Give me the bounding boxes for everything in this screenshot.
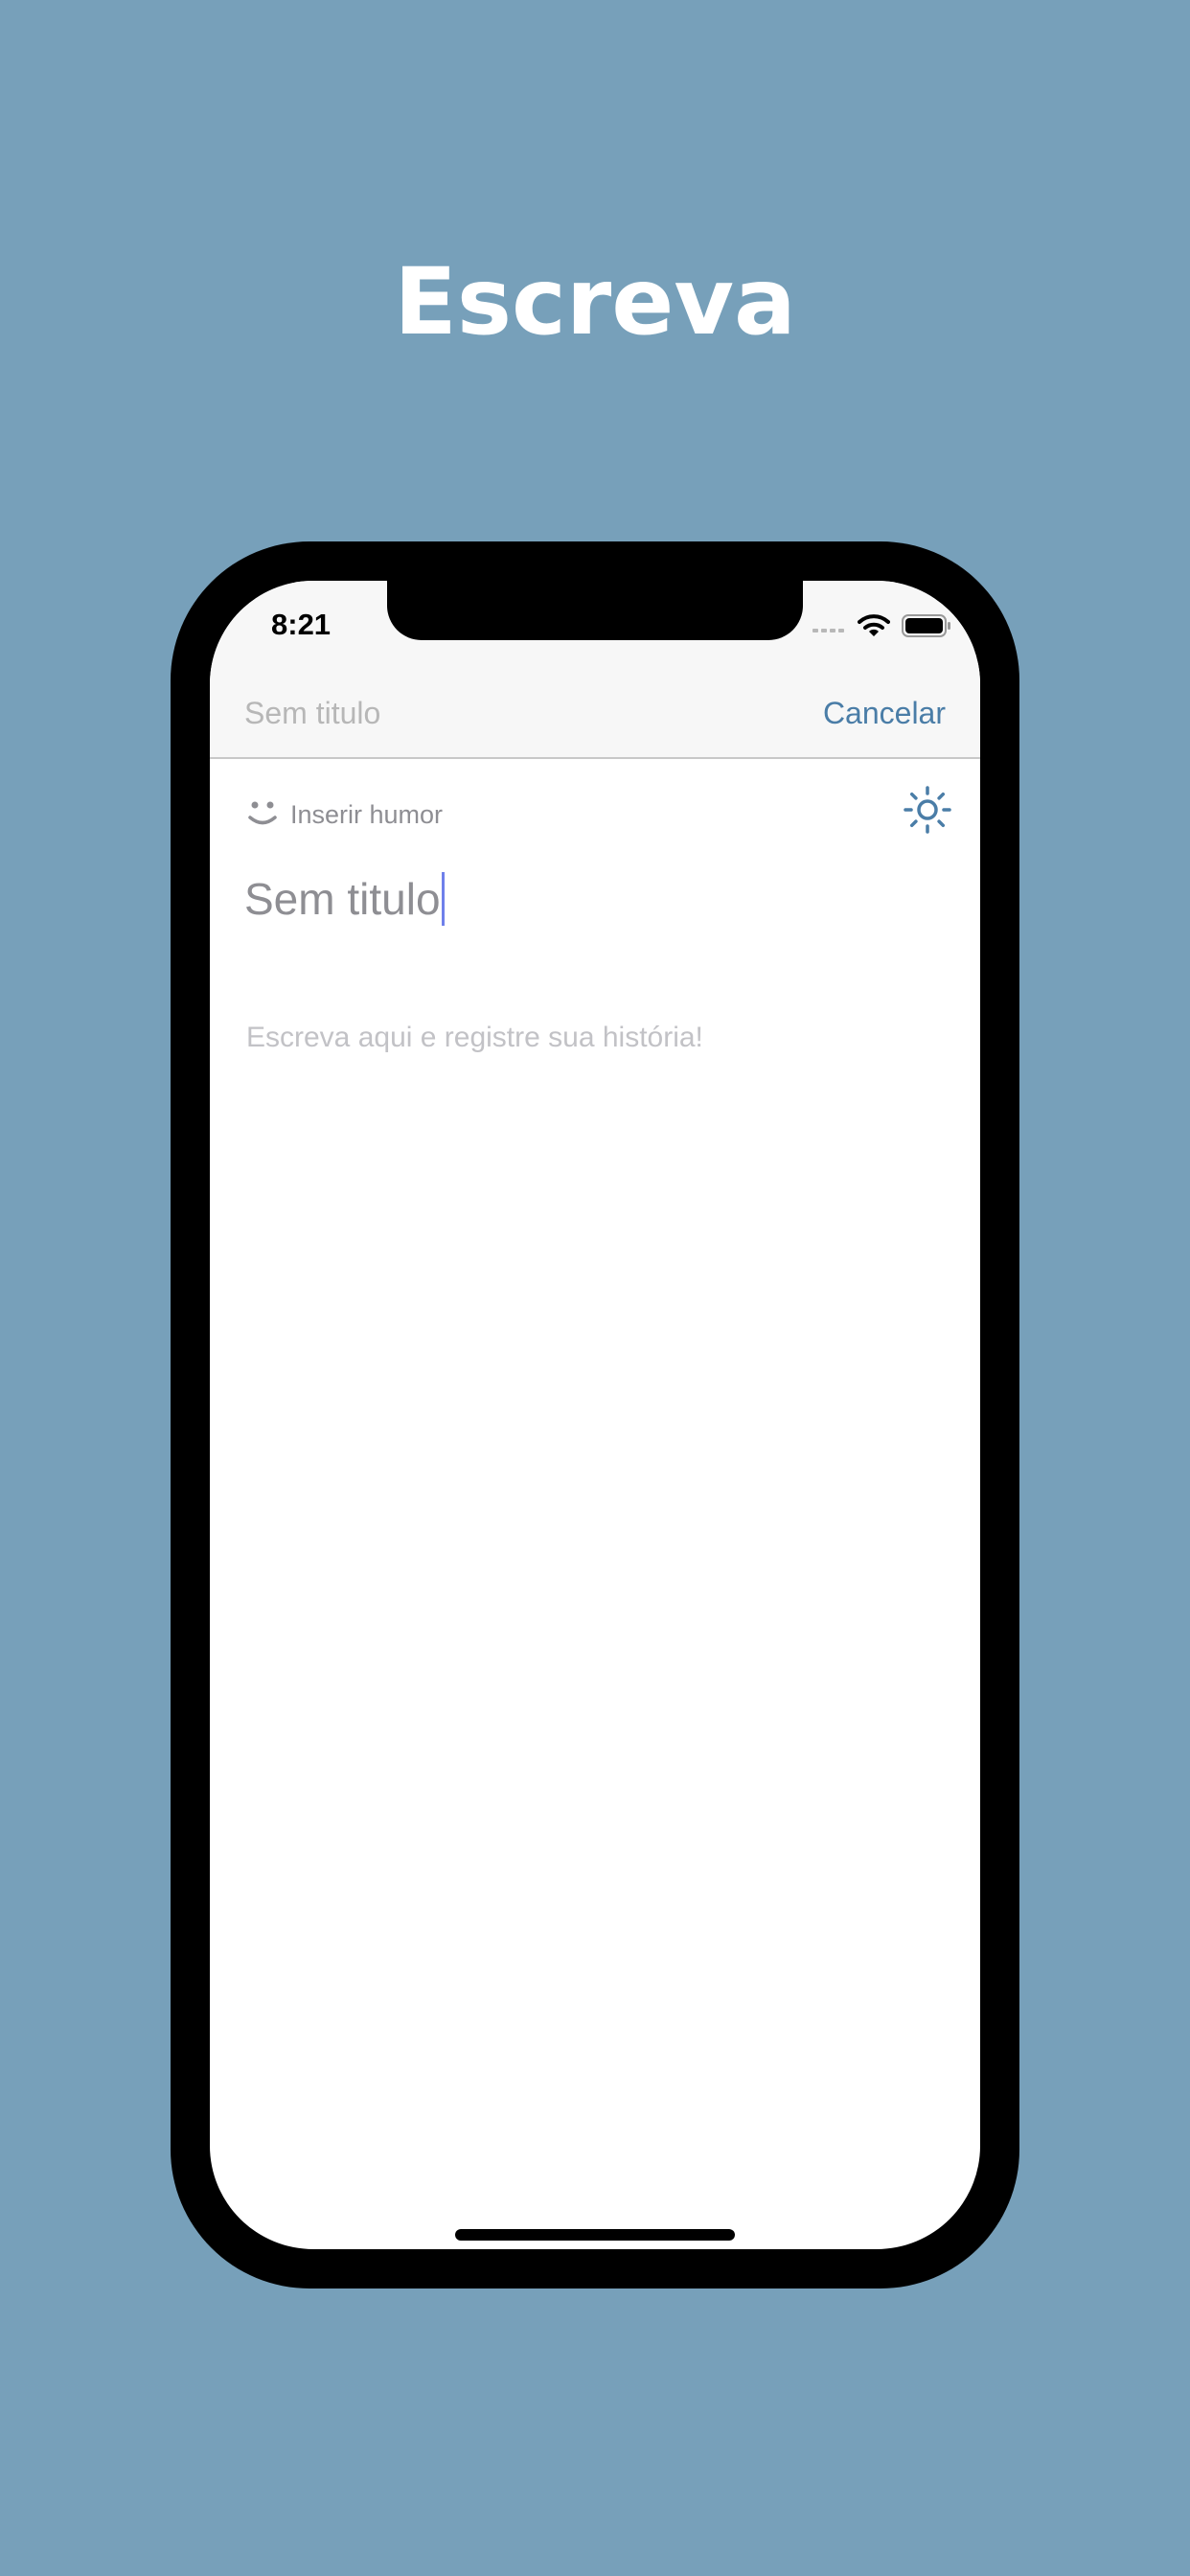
wifi-icon [858,613,890,642]
text-caret [441,872,445,926]
page-headline: Escreva [394,248,796,356]
sun-icon [902,786,953,840]
nav-title: Sem titulo [244,696,381,730]
title-input[interactable]: Sem titulo [244,868,445,930]
story-body-input[interactable]: Escreva aqui e registre sua história! [246,1022,703,1054]
status-time: 8:21 [271,608,332,641]
nav-bar: Sem titulo Cancelar [210,677,980,759]
status-icons [812,613,951,642]
battery-icon [902,613,951,642]
smiley-icon [244,794,283,836]
theme-toggle-button[interactable] [902,784,953,836]
insert-mood-button[interactable]: Inserir humor [244,794,443,836]
cellular-signal-icon [812,619,846,637]
home-indicator[interactable] [455,2229,735,2241]
phone-frame: 8:21 Sem titulo Cancelar Inserir humor S… [171,541,1019,2288]
title-input-text: Sem titulo [244,874,441,924]
insert-mood-label: Inserir humor [290,799,444,829]
story-body-placeholder: Escreva aqui e registre sua história! [246,1022,703,1053]
phone-screen: 8:21 Sem titulo Cancelar Inserir humor S… [210,581,980,2249]
cancel-button[interactable]: Cancelar [823,696,946,731]
notch [387,581,803,640]
